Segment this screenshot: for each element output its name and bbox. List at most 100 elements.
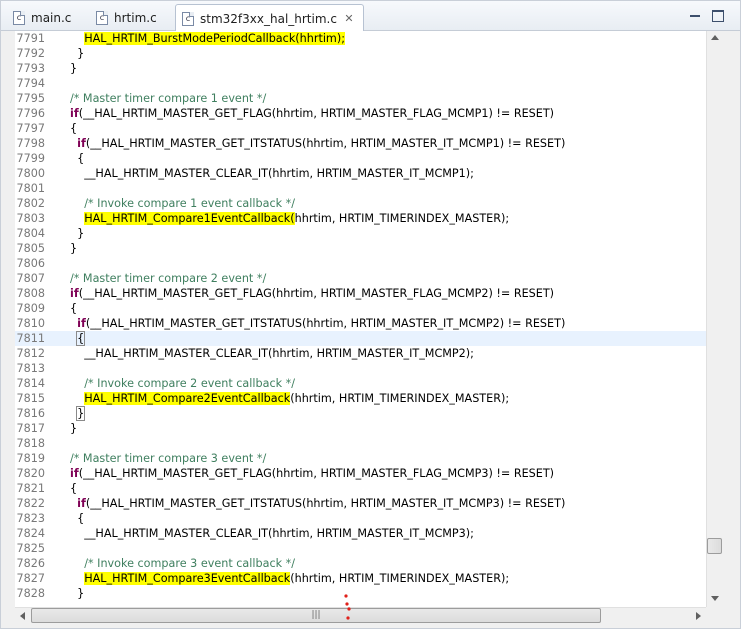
code-line[interactable]: 7805} [15, 241, 706, 256]
code-text[interactable]: /* Master timer compare 2 event */ [70, 271, 266, 286]
code-line[interactable]: 7816 } [15, 406, 706, 421]
code-line[interactable]: 7801 [15, 181, 706, 196]
code-text[interactable]: if(__HAL_HRTIM_MASTER_GET_FLAG(hhrtim, H… [70, 106, 554, 121]
code-line[interactable]: 7791 HAL_HRTIM_BurstModePeriodCallback(h… [15, 31, 706, 46]
code-line[interactable]: 7824 __HAL_HRTIM_MASTER_CLEAR_IT(hhrtim,… [15, 526, 706, 541]
code-line[interactable]: 7794 [15, 76, 706, 91]
code-text[interactable]: if(__HAL_HRTIM_MASTER_GET_FLAG(hhrtim, H… [70, 466, 554, 481]
maximize-icon[interactable] [712, 10, 724, 22]
horizontal-scroll-thumb[interactable]: ||| [31, 608, 601, 623]
code-text[interactable]: /* Invoke compare 2 event callback */ [70, 376, 295, 391]
code-text[interactable]: { [70, 151, 84, 166]
code-line[interactable]: 7804 } [15, 226, 706, 241]
c-source-file-icon: c [182, 11, 194, 26]
code-text[interactable]: __HAL_HRTIM_MASTER_CLEAR_IT(hhrtim, HRTI… [70, 166, 474, 181]
scrollbar-corner [706, 607, 723, 624]
code-text[interactable]: } [70, 586, 84, 601]
code-line[interactable]: 7796 if(__HAL_HRTIM_MASTER_GET_FLAG(hhrti… [15, 106, 706, 121]
code-line[interactable]: 7814 /* Invoke compare 2 event callback … [15, 376, 706, 391]
code-text[interactable]: if(__HAL_HRTIM_MASTER_GET_ITSTATUS(hhrti… [70, 316, 565, 331]
code-line[interactable]: 7815 HAL_HRTIM_Compare2EventCallback(hhr… [15, 391, 706, 406]
code-text[interactable]: { [70, 301, 77, 316]
code-line[interactable]: 7802 /* Invoke compare 1 event callback … [15, 196, 706, 211]
code-line[interactable]: 7818 [15, 436, 706, 451]
horizontal-scrollbar[interactable]: ||| [15, 607, 706, 624]
code-text[interactable]: if(__HAL_HRTIM_MASTER_GET_FLAG(hhrtim, H… [70, 286, 554, 301]
code-line[interactable]: 7812 __HAL_HRTIM_MASTER_CLEAR_IT(hhrtim,… [15, 346, 706, 361]
c-source-file-icon: c [13, 11, 25, 25]
code-text[interactable]: __HAL_HRTIM_MASTER_CLEAR_IT(hhrtim, HRTI… [70, 526, 474, 541]
code-text[interactable]: { [70, 331, 86, 346]
code-text[interactable]: { [70, 511, 84, 526]
code-line[interactable]: 7809 { [15, 301, 706, 316]
code-text[interactable]: { [70, 121, 77, 136]
code-text[interactable]: HAL_HRTIM_BurstModePeriodCallback(hhrtim… [70, 31, 345, 46]
code-text[interactable]: /* Master timer compare 3 event */ [70, 451, 266, 466]
code-line[interactable]: 7813 [15, 361, 706, 376]
code-text[interactable]: } [70, 46, 84, 61]
code-line[interactable]: 7821 { [15, 481, 706, 496]
left-ruler [1, 31, 15, 607]
line-number: 7798 [16, 137, 45, 150]
close-icon[interactable]: ✕ [343, 12, 355, 25]
code-token: (__HAL_HRTIM_MASTER_GET_FLAG(hhrtim, HRT… [78, 467, 555, 480]
code-token: { [70, 302, 78, 315]
code-text[interactable]: { [70, 481, 77, 496]
vertical-scroll-thumb[interactable] [707, 538, 722, 555]
vertical-scrollbar[interactable] [706, 31, 723, 607]
tab-label: main.c [31, 11, 72, 25]
code-line[interactable]: 7822 if(__HAL_HRTIM_MASTER_GET_ITSTATUS(… [15, 496, 706, 511]
code-line[interactable]: 7811 { [15, 331, 706, 346]
tab-main-c[interactable]: c main.c [7, 5, 79, 31]
code-text[interactable]: /* Invoke compare 1 event callback */ [70, 196, 295, 211]
code-line[interactable]: 7797 { [15, 121, 706, 136]
comment: /* Master timer compare 3 event */ [70, 452, 267, 465]
code-line[interactable]: 7800 __HAL_HRTIM_MASTER_CLEAR_IT(hhrtim,… [15, 166, 706, 181]
scroll-up-icon[interactable] [711, 35, 719, 40]
code-line[interactable]: 7808 if(__HAL_HRTIM_MASTER_GET_FLAG(hhrti… [15, 286, 706, 301]
comment: /* Invoke compare 2 event callback */ [84, 377, 295, 390]
scroll-left-icon[interactable] [20, 612, 25, 620]
code-token: { [70, 482, 78, 495]
code-text[interactable]: } [70, 61, 77, 76]
code-line[interactable]: 7817} [15, 421, 706, 436]
tab-stm32f3xx-hal-hrtim-c[interactable]: c stm32f3xx_hal_hrtim.c ✕ [175, 4, 364, 32]
code-text[interactable]: __HAL_HRTIM_MASTER_CLEAR_IT(hhrtim, HRTI… [70, 346, 474, 361]
code-line[interactable]: 7792 } [15, 46, 706, 61]
code-line[interactable]: 7799 { [15, 151, 706, 166]
code-line[interactable]: 7825 [15, 541, 706, 556]
code-text[interactable]: if(__HAL_HRTIM_MASTER_GET_ITSTATUS(hhrti… [70, 496, 565, 511]
code-line[interactable]: 7803 HAL_HRTIM_Compare1EventCallback(hhr… [15, 211, 706, 226]
code-text[interactable]: } [70, 421, 77, 436]
code-line[interactable]: 7819 /* Master timer compare 3 event */ [15, 451, 706, 466]
code-text[interactable]: HAL_HRTIM_Compare3EventCallback(hhrtim, … [70, 571, 509, 586]
scroll-right-icon[interactable] [696, 612, 701, 620]
code-text[interactable]: } [70, 226, 84, 241]
code-text[interactable]: HAL_HRTIM_Compare2EventCallback(hhrtim, … [70, 391, 509, 406]
line-number: 7805 [16, 242, 45, 255]
code-text[interactable]: } [70, 406, 86, 421]
code-text[interactable]: } [70, 241, 77, 256]
code-line[interactable]: 7823 { [15, 511, 706, 526]
code-line[interactable]: 7807 /* Master timer compare 2 event */ [15, 271, 706, 286]
line-number: 7814 [16, 377, 45, 390]
code-token: (hhrtim, HRTIM_TIMERINDEX_MASTER); [290, 392, 510, 405]
code-line[interactable]: 7793} [15, 61, 706, 76]
code-lines[interactable]: 7791 HAL_HRTIM_BurstModePeriodCallback(h… [15, 31, 706, 601]
code-line[interactable]: 7827 HAL_HRTIM_Compare3EventCallback(hhr… [15, 571, 706, 586]
minimize-icon[interactable] [689, 10, 701, 22]
scroll-down-icon[interactable] [711, 596, 719, 601]
code-text[interactable]: /* Invoke compare 3 event callback */ [70, 556, 295, 571]
code-line[interactable]: 7826 /* Invoke compare 3 event callback … [15, 556, 706, 571]
code-line[interactable]: 7795 /* Master timer compare 1 event */ [15, 91, 706, 106]
code-text[interactable]: HAL_HRTIM_Compare1EventCallback(hhrtim, … [70, 211, 509, 226]
code-text[interactable]: if(__HAL_HRTIM_MASTER_GET_ITSTATUS(hhrti… [70, 136, 565, 151]
code-text[interactable]: /* Master timer compare 1 event */ [70, 91, 266, 106]
code-line[interactable]: 7828 } [15, 586, 706, 601]
code-line[interactable]: 7806 [15, 256, 706, 271]
code-line[interactable]: 7810 if(__HAL_HRTIM_MASTER_GET_ITSTATUS(… [15, 316, 706, 331]
code-line[interactable]: 7798 if(__HAL_HRTIM_MASTER_GET_ITSTATUS(… [15, 136, 706, 151]
tab-hrtim-c[interactable]: c hrtim.c [90, 5, 165, 31]
code-line[interactable]: 7820 if(__HAL_HRTIM_MASTER_GET_FLAG(hhrti… [15, 466, 706, 481]
